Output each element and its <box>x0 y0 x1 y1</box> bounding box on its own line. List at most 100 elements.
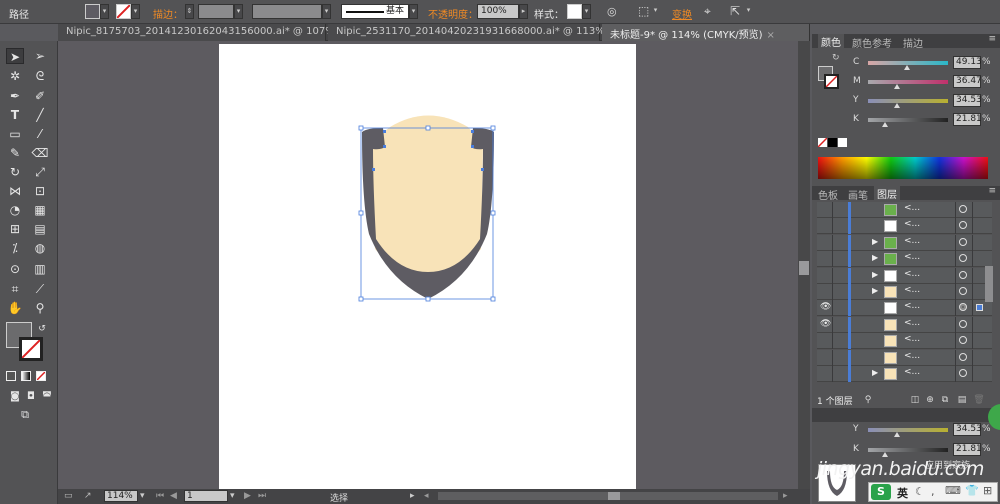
scale-tool-icon[interactable]: ⤢ <box>31 164 49 180</box>
make-clipping-mask-icon[interactable]: ◫ <box>909 394 921 406</box>
status-arrow-icon[interactable]: ▸ <box>410 491 415 501</box>
width-tool-icon[interactable]: ⋈ <box>6 183 24 199</box>
artboard[interactable] <box>219 44 636 489</box>
slider-knob[interactable] <box>894 432 900 437</box>
magic-wand-tool-icon[interactable]: ✲ <box>6 68 24 84</box>
slider-c[interactable]: C 49.13 % <box>812 56 1000 70</box>
recolor-icon[interactable]: ◎ <box>607 5 617 18</box>
pen-tool-icon[interactable]: ✒ <box>6 88 24 104</box>
vertical-scrollbar[interactable] <box>798 41 810 489</box>
gradient-tool-icon[interactable]: ▤ <box>31 221 49 237</box>
eye-icon[interactable]: 👁 <box>820 302 831 312</box>
draw-inside-icon[interactable]: ◚ <box>38 389 56 405</box>
layer-name[interactable]: <... <box>904 236 920 246</box>
more-dropdown[interactable]: ▾ <box>744 4 753 19</box>
tab-brushes[interactable]: 画笔 <box>848 187 868 202</box>
panel-menu-icon[interactable]: ≡ <box>988 186 996 196</box>
opacity-label[interactable]: 不透明度： <box>428 6 478 21</box>
layer-row[interactable]: ▶ <... <box>817 251 992 268</box>
eye-toggle-empty[interactable] <box>820 335 830 345</box>
slider-k[interactable]: K 21.81 % <box>812 113 1000 127</box>
target-circle-icon[interactable] <box>959 319 967 328</box>
slider-knob[interactable] <box>882 452 888 457</box>
eraser-tool-icon[interactable]: ⌫ <box>31 145 49 161</box>
transform-link[interactable]: 变换 <box>672 6 692 21</box>
expand-arrow-icon[interactable]: ▶ <box>872 270 878 279</box>
layer-row[interactable]: <... <box>817 349 992 366</box>
moon-icon[interactable]: ☾ <box>915 485 925 498</box>
screen-mode-icon[interactable]: ⧉ <box>16 407 34 423</box>
tab-stroke[interactable]: 描边 <box>903 35 923 50</box>
layer-name[interactable]: <... <box>904 351 920 361</box>
first-artboard-icon[interactable]: ⏮ <box>156 491 164 501</box>
layer-row[interactable]: <... <box>817 202 992 218</box>
mesh-tool-icon[interactable]: ⊞ <box>6 221 24 237</box>
free-transform-tool-icon[interactable]: ⊡ <box>31 183 49 199</box>
stroke-weight-stepper[interactable]: ⇕ <box>185 4 194 19</box>
zoom-field[interactable]: 114% <box>104 490 138 502</box>
keyboard-icon[interactable]: ⌨ <box>945 484 961 497</box>
tools-icon[interactable]: ⊞ <box>983 484 992 497</box>
opacity-field[interactable]: 100% <box>477 4 519 19</box>
eye-toggle-empty[interactable] <box>820 237 830 247</box>
black-swatch[interactable] <box>828 138 837 147</box>
perspective-grid-tool-icon[interactable]: ▦ <box>31 202 49 218</box>
color-mode-button[interactable] <box>6 371 16 381</box>
layer-name[interactable]: <... <box>904 318 920 328</box>
variable-width-profile[interactable] <box>252 4 322 19</box>
layer-name[interactable]: <... <box>904 269 920 279</box>
swap-colors-icon[interactable]: ↺ <box>36 321 48 337</box>
scrollbar-thumb[interactable] <box>799 261 809 275</box>
slider-knob[interactable] <box>904 65 910 70</box>
layer-name[interactable]: <... <box>904 301 920 311</box>
scroll-left-icon[interactable]: ◂ <box>424 491 429 501</box>
lower-slider-y[interactable]: Y 34.53 % <box>812 423 1000 437</box>
tab-doc-2[interactable]: Nipic_2531170_20140420231931668000.ai* @… <box>328 24 630 41</box>
layer-row[interactable]: ▶ <... <box>817 234 992 251</box>
layers-scroll-thumb[interactable] <box>985 266 993 302</box>
ime-lang[interactable]: 英 <box>897 485 908 501</box>
layer-name[interactable]: <... <box>904 219 920 229</box>
artboard-nav-icon[interactable]: ▭ <box>64 491 73 501</box>
stroke-color-box[interactable] <box>19 337 43 361</box>
graphic-style-dropdown[interactable]: ▾ <box>582 4 591 19</box>
layer-name[interactable]: <... <box>904 252 920 262</box>
stroke-weight-dropdown[interactable]: ▾ <box>234 4 243 19</box>
prev-artboard-icon[interactable]: ◀ <box>170 491 177 501</box>
ime-logo-icon[interactable]: S <box>871 484 891 500</box>
ime-toolbar[interactable]: S 英 ☾ , ⌨ 👕 ⊞ <box>868 482 998 502</box>
page-field[interactable]: 1 <box>184 490 228 502</box>
target-circle-icon[interactable] <box>959 205 967 213</box>
opacity-dropdown[interactable]: ▸ <box>519 4 528 19</box>
slider-value[interactable]: 34.53 <box>953 423 982 436</box>
new-sublayer-icon[interactable]: ⊕ <box>924 394 936 406</box>
locate-object-icon[interactable]: ⚲ <box>862 394 874 406</box>
fill-swatch[interactable] <box>85 4 100 19</box>
selected-art-indicator[interactable] <box>976 304 983 312</box>
stroke-weight-field[interactable] <box>198 4 234 19</box>
target-circle-icon[interactable] <box>959 270 967 279</box>
expand-arrow-icon[interactable]: ▶ <box>872 368 878 377</box>
new-layer-icon[interactable]: ⧉ <box>939 394 951 406</box>
hscroll-thumb[interactable] <box>608 492 620 500</box>
shape-builder-tool-icon[interactable]: ◔ <box>6 202 24 218</box>
slider-y[interactable]: Y 34.53 % <box>812 94 1000 108</box>
tab-layers[interactable]: 图层 <box>874 186 900 201</box>
close-icon[interactable]: × <box>767 30 775 41</box>
target-circle-icon[interactable] <box>959 303 967 312</box>
slider-knob[interactable] <box>894 84 900 89</box>
line-tool-icon[interactable]: ╱ <box>31 107 49 123</box>
next-artboard-icon[interactable]: ▶ <box>244 491 251 501</box>
fill-dropdown[interactable]: ▾ <box>100 4 109 19</box>
pencil-tool-icon[interactable]: ✎ <box>6 145 24 161</box>
graphic-style-swatch[interactable] <box>567 4 582 19</box>
lower-slider-k[interactable]: K 21.81 % <box>812 443 1000 457</box>
none-mode-button[interactable] <box>36 371 46 381</box>
skin-icon[interactable]: 👕 <box>965 484 979 497</box>
symbol-sprayer-tool-icon[interactable]: ⊙ <box>6 261 24 277</box>
slider-track[interactable] <box>868 118 948 122</box>
curvature-tool-icon[interactable]: ✐ <box>31 88 49 104</box>
slider-m[interactable]: M 36.47 % <box>812 75 1000 89</box>
column-graph-tool-icon[interactable]: ▥ <box>31 261 49 277</box>
stroke-swatch[interactable] <box>116 4 131 19</box>
